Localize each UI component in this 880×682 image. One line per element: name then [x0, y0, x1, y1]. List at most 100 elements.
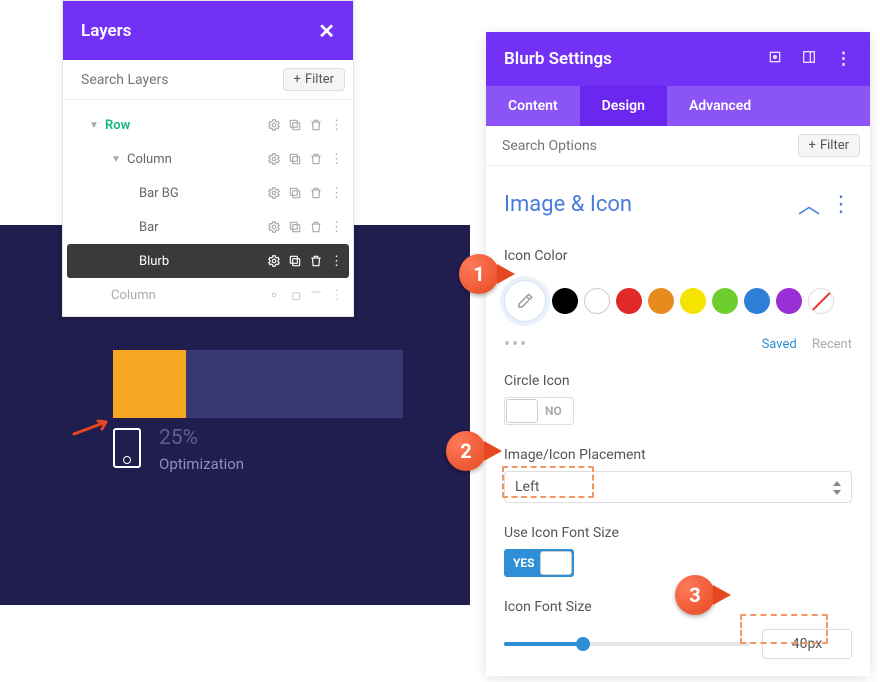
gear-icon[interactable] [267, 220, 281, 234]
duplicate-icon[interactable] [288, 152, 302, 166]
swatch-none[interactable] [808, 288, 834, 314]
layers-title: Layers [81, 21, 132, 41]
layer-row-blurb-selected[interactable]: Blurb [67, 244, 349, 278]
layer-label: Blurb [139, 254, 267, 269]
slider-fill [504, 642, 583, 646]
plus-icon: + [294, 72, 301, 87]
layer-row-barbg[interactable]: Bar BG [67, 176, 349, 210]
placement-value: Left [515, 479, 539, 495]
duplicate-icon[interactable] [288, 186, 302, 200]
swatch-color[interactable] [680, 288, 706, 314]
color-swatches [504, 280, 852, 322]
plus-icon: + [809, 138, 816, 153]
slider-thumb[interactable] [576, 637, 590, 651]
duplicate-icon[interactable] [288, 118, 302, 132]
tab-design[interactable]: Design [580, 86, 667, 126]
layer-label: Column [111, 288, 267, 303]
layer-actions [267, 288, 349, 303]
layer-row-column[interactable]: ▼ Column [67, 142, 349, 176]
layer-label: Bar [139, 220, 267, 235]
chevron-down-icon[interactable]: ▼ [89, 120, 99, 131]
duplicate-icon[interactable] [288, 288, 302, 302]
saved-tab[interactable]: Saved [762, 337, 797, 352]
gear-icon[interactable] [267, 254, 281, 268]
slider-track[interactable] [504, 642, 750, 646]
filter-label: Filter [305, 72, 334, 87]
recent-tab[interactable]: Recent [812, 337, 852, 352]
icon-font-size-input[interactable]: 40px [762, 629, 852, 659]
trash-icon[interactable] [309, 254, 323, 268]
filter-label: Filter [820, 138, 849, 153]
placement-label: Image/Icon Placement [504, 447, 852, 463]
chevron-up-icon[interactable]: ︿ [798, 188, 820, 220]
duplicate-icon[interactable] [288, 220, 302, 234]
layer-row-column[interactable]: Column [67, 278, 349, 312]
icon-color-label: Icon Color [504, 248, 852, 264]
gear-icon[interactable] [267, 152, 281, 166]
more-icon[interactable] [830, 192, 852, 217]
gear-icon[interactable] [267, 186, 281, 200]
gear-icon[interactable] [267, 288, 281, 302]
settings-search-row: + Filter [486, 126, 870, 166]
settings-title: Blurb Settings [504, 49, 612, 69]
bar-fill [113, 350, 186, 418]
layer-actions [267, 254, 349, 269]
trash-icon[interactable] [309, 118, 323, 132]
settings-panel: Blurb Settings Content Design Advanced +… [486, 32, 870, 676]
duplicate-icon[interactable] [288, 254, 302, 268]
layer-actions [267, 152, 349, 167]
placement-select[interactable]: Left [504, 471, 852, 503]
layer-row-bar[interactable]: Bar [67, 210, 349, 244]
section-image-icon[interactable]: Image & Icon ︿ [504, 180, 852, 234]
bar-bg [113, 350, 403, 418]
eyedropper-button[interactable] [504, 280, 546, 322]
annotation-arrow-icon [72, 418, 114, 436]
chevron-down-icon[interactable]: ▼ [111, 154, 121, 165]
trash-icon[interactable] [309, 288, 323, 302]
circle-icon-toggle[interactable]: NO [504, 397, 574, 425]
tab-advanced[interactable]: Advanced [667, 86, 773, 126]
layer-actions [267, 186, 349, 201]
swatch-color[interactable] [584, 288, 610, 314]
layers-panel: Layers ✕ + Filter ▼ Row ▼ Column [62, 0, 354, 317]
phone-icon [113, 428, 141, 468]
swatch-color[interactable] [552, 288, 578, 314]
expand-icon[interactable] [767, 49, 783, 70]
use-icon-font-size-toggle[interactable]: YES [504, 549, 574, 577]
settings-filter-button[interactable]: + Filter [798, 134, 860, 157]
more-icon[interactable] [330, 254, 343, 269]
trash-icon[interactable] [309, 220, 323, 234]
section-title: Image & Icon [504, 192, 632, 217]
trash-icon[interactable] [309, 152, 323, 166]
trash-icon[interactable] [309, 186, 323, 200]
optimization-label: Optimization [159, 455, 244, 473]
layers-search-row: + Filter [63, 60, 353, 100]
more-icon[interactable] [330, 186, 343, 201]
layer-actions [267, 118, 349, 133]
gear-icon[interactable] [267, 118, 281, 132]
toggle-knob [506, 399, 538, 423]
tab-content[interactable]: Content [486, 86, 580, 126]
more-icon[interactable] [835, 49, 852, 69]
panel-icon[interactable] [801, 49, 817, 70]
swatch-color[interactable] [712, 288, 738, 314]
layers-filter-button[interactable]: + Filter [283, 68, 345, 91]
settings-search-input[interactable] [502, 138, 788, 154]
blurb-row: 25% Optimization [113, 428, 403, 473]
swatch-color[interactable] [616, 288, 642, 314]
callout-badge-1: 1 [459, 254, 499, 294]
layers-search-input[interactable] [81, 72, 273, 88]
more-icon[interactable] [330, 118, 343, 133]
toggle-value: NO [545, 404, 562, 418]
swatch-color[interactable] [744, 288, 770, 314]
callout-badge-3: 3 [675, 575, 715, 615]
more-icon[interactable] [330, 152, 343, 167]
close-icon[interactable]: ✕ [318, 19, 335, 43]
layer-row-row[interactable]: ▼ Row [67, 108, 349, 142]
more-icon[interactable] [330, 220, 343, 235]
header-icons [767, 49, 852, 70]
swatch-color[interactable] [776, 288, 802, 314]
swatch-color[interactable] [648, 288, 674, 314]
more-icon[interactable] [330, 288, 343, 303]
tabs: Content Design Advanced [486, 86, 870, 126]
